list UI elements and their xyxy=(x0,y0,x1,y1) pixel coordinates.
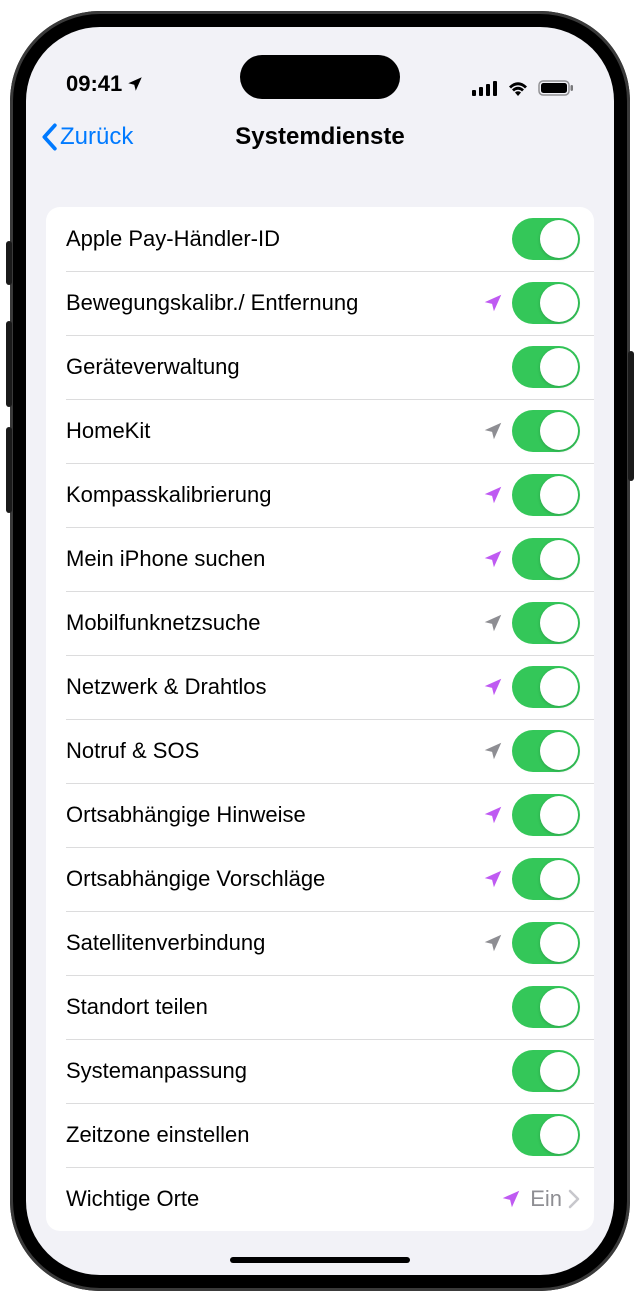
toggle-switch[interactable] xyxy=(512,794,580,836)
settings-row: Zeitzone einstellen xyxy=(46,1103,594,1167)
page-title: Systemdienste xyxy=(235,123,404,151)
toggle-switch[interactable] xyxy=(512,922,580,964)
toggle-switch[interactable] xyxy=(512,730,580,772)
location-arrow-icon xyxy=(480,804,506,826)
toggle-switch[interactable] xyxy=(512,346,580,388)
settings-row: Netzwerk & Drahtlos xyxy=(46,655,594,719)
row-label: Geräteverwaltung xyxy=(66,354,512,380)
toggle-switch[interactable] xyxy=(512,666,580,708)
row-label: HomeKit xyxy=(66,418,480,444)
location-arrow-icon xyxy=(126,75,144,93)
content-area[interactable]: Apple Pay-Händler-ID Bewegungskalibr./ En… xyxy=(26,169,614,1275)
row-label: Apple Pay-Händler-ID xyxy=(66,226,512,252)
volume-up-button xyxy=(6,321,12,407)
home-indicator[interactable] xyxy=(230,1257,410,1263)
row-label: Mobilfunknetzsuche xyxy=(66,610,480,636)
toggle-switch[interactable] xyxy=(512,218,580,260)
volume-down-button xyxy=(6,427,12,513)
row-label: Zeitzone einstellen xyxy=(66,1122,512,1148)
back-label: Zurück xyxy=(60,123,133,151)
location-arrow-icon xyxy=(480,932,506,954)
dynamic-island xyxy=(240,55,400,99)
toggle-switch[interactable] xyxy=(512,474,580,516)
settings-list: Apple Pay-Händler-ID Bewegungskalibr./ En… xyxy=(46,207,594,1231)
iphone-device-frame: 09:41 xyxy=(10,11,630,1291)
row-value: Ein xyxy=(530,1186,562,1212)
row-label: Ortsabhängige Vorschläge xyxy=(66,866,480,892)
settings-row: Systemanpassung xyxy=(46,1039,594,1103)
location-arrow-icon xyxy=(480,740,506,762)
location-arrow-icon xyxy=(480,676,506,698)
toggle-switch[interactable] xyxy=(512,282,580,324)
settings-row: Mein iPhone suchen xyxy=(46,527,594,591)
location-arrow-icon xyxy=(480,612,506,634)
row-label: Bewegungskalibr./ Entfernung xyxy=(66,290,480,316)
toggle-switch[interactable] xyxy=(512,538,580,580)
chevron-left-icon xyxy=(40,123,58,151)
toggle-switch[interactable] xyxy=(512,1114,580,1156)
status-time: 09:41 xyxy=(66,71,122,97)
location-arrow-icon xyxy=(480,292,506,314)
settings-row: Kompasskalibrierung xyxy=(46,463,594,527)
settings-row: Standort teilen xyxy=(46,975,594,1039)
wifi-icon xyxy=(506,79,530,97)
screen: 09:41 xyxy=(26,27,614,1275)
location-arrow-icon xyxy=(480,548,506,570)
settings-row: Apple Pay-Händler-ID xyxy=(46,207,594,271)
row-label: Mein iPhone suchen xyxy=(66,546,480,572)
row-label: Wichtige Orte xyxy=(66,1186,498,1212)
back-button[interactable]: Zurück xyxy=(40,123,133,151)
row-label: Notruf & SOS xyxy=(66,738,480,764)
settings-row: Notruf & SOS xyxy=(46,719,594,783)
settings-row[interactable]: Wichtige Orte Ein xyxy=(46,1167,594,1231)
battery-icon xyxy=(538,79,574,97)
chevron-right-icon xyxy=(568,1189,580,1209)
row-label: Satellitenverbindung xyxy=(66,930,480,956)
toggle-switch[interactable] xyxy=(512,602,580,644)
settings-row: Ortsabhängige Hinweise xyxy=(46,783,594,847)
location-arrow-icon xyxy=(480,868,506,890)
toggle-switch[interactable] xyxy=(512,410,580,452)
row-label: Kompasskalibrierung xyxy=(66,482,480,508)
settings-row: Satellitenverbindung xyxy=(46,911,594,975)
toggle-switch[interactable] xyxy=(512,986,580,1028)
navigation-bar: Zurück Systemdienste xyxy=(26,105,614,169)
settings-row: Bewegungskalibr./ Entfernung xyxy=(46,271,594,335)
settings-row: Mobilfunknetzsuche xyxy=(46,591,594,655)
location-arrow-icon xyxy=(498,1188,524,1210)
silent-switch xyxy=(6,241,12,285)
cellular-signal-icon xyxy=(472,80,498,96)
toggle-switch[interactable] xyxy=(512,1050,580,1092)
location-arrow-icon xyxy=(480,484,506,506)
row-label: Ortsabhängige Hinweise xyxy=(66,802,480,828)
toggle-switch[interactable] xyxy=(512,858,580,900)
power-button xyxy=(628,351,634,481)
row-label: Standort teilen xyxy=(66,994,512,1020)
settings-row: Ortsabhängige Vorschläge xyxy=(46,847,594,911)
settings-row: HomeKit xyxy=(46,399,594,463)
row-label: Systemanpassung xyxy=(66,1058,512,1084)
settings-row: Geräteverwaltung xyxy=(46,335,594,399)
row-label: Netzwerk & Drahtlos xyxy=(66,674,480,700)
location-arrow-icon xyxy=(480,420,506,442)
